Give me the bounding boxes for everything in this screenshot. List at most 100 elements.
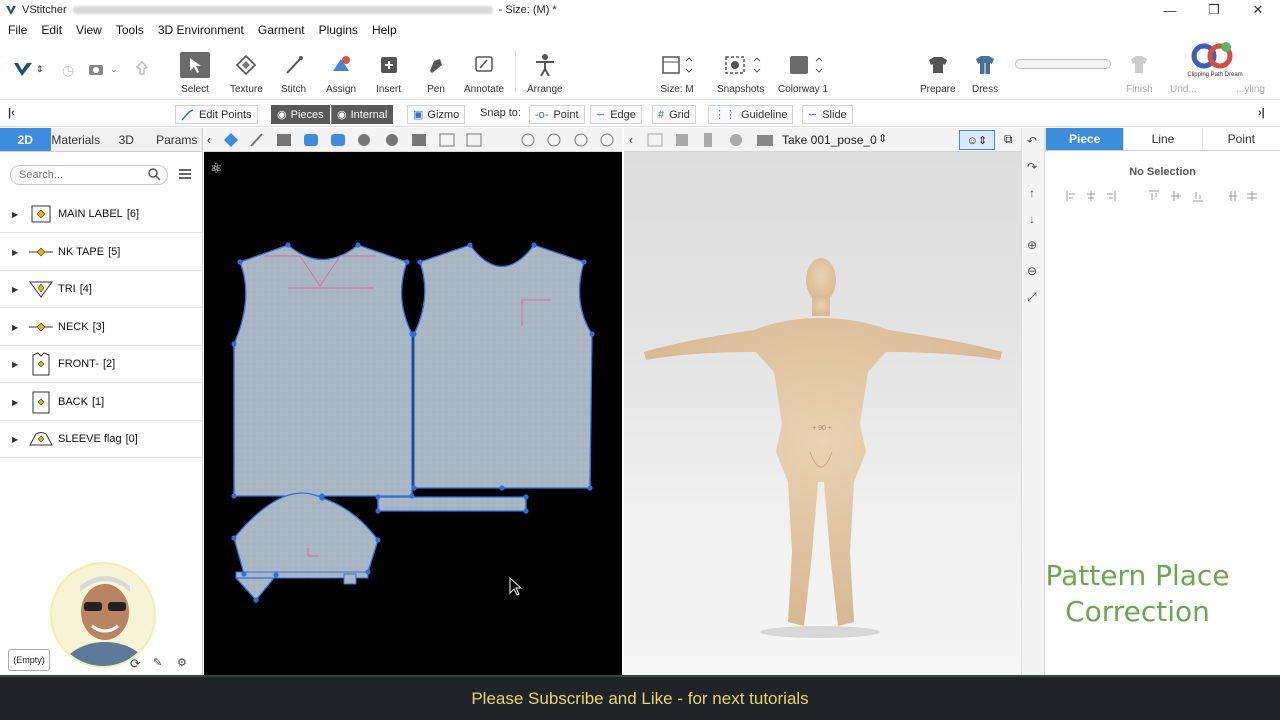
edit-points-button[interactable]: Edit Points <box>175 105 258 124</box>
history-icon[interactable]: ◷ <box>62 62 74 79</box>
menu-view[interactable]: View <box>76 23 102 37</box>
piece-sleeve-flag[interactable]: ▶ SLEEVE flag [0] <box>0 421 202 458</box>
camera-dropdown-icon[interactable]: ⌄ <box>110 64 118 75</box>
nk-tape-thumbnail-icon <box>28 241 54 263</box>
align-tools-icon <box>1066 190 1257 202</box>
ai-settings-icon[interactable]: ⚙ <box>177 656 187 669</box>
collapse-left-icon[interactable]: |‹ <box>8 107 15 119</box>
fit-view-icon[interactable]: ⤢ <box>1027 290 1037 305</box>
finish-button[interactable]: Finish <box>1126 52 1153 95</box>
zoom-out-icon[interactable]: ⊖ <box>1027 264 1037 278</box>
empty-slot[interactable]: (Empty) <box>8 649 50 671</box>
tab-point[interactable]: Point <box>1201 128 1280 150</box>
pin-icon[interactable] <box>134 60 150 81</box>
dress-button[interactable]: Dress <box>972 52 998 95</box>
properties-tabs: Piece Line Point <box>1045 128 1280 151</box>
menu-plugins[interactable]: Plugins <box>319 23 358 37</box>
piece-main-label[interactable]: ▶ MAIN LABEL [6] <box>0 196 202 233</box>
snap-grid-toggle[interactable]: # Grid <box>652 105 696 124</box>
tab-3d[interactable]: 3D <box>101 128 152 151</box>
piece-nk-tape[interactable]: ▶ NK TAPE [5] <box>0 234 202 271</box>
search-input[interactable]: Search... <box>10 165 168 185</box>
clipping-path-logo-icon <box>1191 41 1233 77</box>
camera-icon[interactable] <box>88 62 104 79</box>
pattern-piece-tri <box>234 577 276 601</box>
avatar-view-icon: ☺⇕ <box>966 134 988 147</box>
internal-toggle[interactable]: ◉ Internal <box>331 105 394 124</box>
reset-icon[interactable]: ⟳ <box>130 656 141 672</box>
presenter-webcam <box>50 562 156 668</box>
zoom-in-icon[interactable]: ⊕ <box>1027 238 1037 252</box>
channel-logo: Clipping Path Dream <box>1182 38 1248 86</box>
menu-edit[interactable]: Edit <box>41 23 62 37</box>
slide-toggle[interactable]: ∽ Slide <box>802 105 853 124</box>
snap-point-toggle[interactable]: -o- Point <box>529 105 585 124</box>
close-icon[interactable]: ✕ <box>1236 0 1280 20</box>
tab-2d[interactable]: 2D <box>0 128 51 151</box>
gizmo-icon: ▣ <box>413 109 424 121</box>
menu-tools[interactable]: Tools <box>116 23 144 37</box>
menu-3d-environment[interactable]: 3D Environment <box>158 23 244 37</box>
snap-edge-toggle[interactable]: ∽ Edge <box>590 105 642 124</box>
arrow-up-icon[interactable]: ↑ <box>1029 186 1035 200</box>
undo-view-icon[interactable]: ↶ <box>1027 134 1037 148</box>
insert-icon <box>379 52 399 78</box>
snapshots-selector[interactable]: Snapshots <box>717 52 764 95</box>
snap-guideline-toggle[interactable]: ⋮⋮ Guideline <box>708 105 794 124</box>
pieces-icon: ◉ <box>277 109 287 121</box>
caption-line-2: Correction <box>1065 595 1210 628</box>
pen-icon <box>426 52 446 78</box>
piece-tri[interactable]: ▶ TRI [4] <box>0 271 202 308</box>
size-selector[interactable]: Size: M <box>660 52 694 95</box>
popout-icon[interactable]: ⧉ <box>1004 132 1013 147</box>
arrow-down-icon[interactable]: ↓ <box>1029 212 1035 226</box>
restore-icon[interactable]: ❐ <box>1192 0 1236 20</box>
take-dropdown-icon[interactable]: ⇕ <box>878 132 887 145</box>
colorway-selector[interactable]: Colorway 1 <box>778 52 828 95</box>
rotate-view-icon[interactable]: ↷ <box>1027 160 1037 174</box>
menu-file[interactable]: File <box>8 23 27 37</box>
arrange-tool[interactable]: Arrange <box>527 52 563 95</box>
internal-icon: ◉ <box>337 109 347 121</box>
menu-garment[interactable]: Garment <box>258 23 305 37</box>
colorway-swatch-icon <box>780 52 826 78</box>
take-selector[interactable]: Take 001_pose_0 <box>782 133 877 147</box>
caption-line-1: Pattern Place <box>1045 559 1230 592</box>
tab-materials[interactable]: Materials <box>51 128 102 151</box>
pieces-toggle[interactable]: ◉ Pieces <box>271 105 330 124</box>
expand-arrow-icon: ▶ <box>12 284 19 294</box>
assign-tool[interactable]: Assign <box>326 52 356 95</box>
svg-text:‹: ‹ <box>629 133 633 147</box>
expand-arrow-icon: ▶ <box>12 359 19 369</box>
texture-icon <box>235 52 257 78</box>
piece-back[interactable]: ▶ BACK [1] <box>0 384 202 421</box>
texture-tool[interactable]: Texture <box>230 52 263 95</box>
piece-neck[interactable]: ▶ NECK [3] <box>0 309 202 346</box>
tab-params[interactable]: Params <box>152 128 203 151</box>
pen-tool[interactable]: Pen <box>426 52 446 95</box>
arrange-avatar-icon <box>534 52 556 78</box>
view-mode-button[interactable]: ☺⇕ <box>959 130 995 150</box>
left-panel-tabs: 2D Materials 3D Params <box>0 128 202 152</box>
tab-line[interactable]: Line <box>1123 128 1201 150</box>
3d-avatar-view[interactable]: ‹ Take 001_pose_0 ⇕ ☺⇕ ⧉ + 90 + <box>624 128 1021 675</box>
insert-tool[interactable]: Insert <box>376 52 401 95</box>
annotate-tool[interactable]: Annotate <box>464 52 504 95</box>
collapse-right-icon[interactable]: ›| <box>1258 107 1265 119</box>
select-tool[interactable]: Select <box>180 52 210 95</box>
menu-help[interactable]: Help <box>372 23 397 37</box>
assign-icon <box>329 52 353 78</box>
2d-pattern-view[interactable]: ‹ ⚛ <box>204 128 622 675</box>
minimize-icon[interactable]: — <box>1148 0 1192 20</box>
piece-front[interactable]: ▶ FRONT- [2] <box>0 346 202 383</box>
prepare-button[interactable]: Prepare <box>920 52 956 95</box>
gizmo-toggle[interactable]: ▣ Gizmo <box>407 105 466 124</box>
tab-piece[interactable]: Piece <box>1045 128 1124 150</box>
subscribe-banner: Please Subscribe and Like - for next tut… <box>0 675 1280 720</box>
mode-switcher[interactable]: ⇕ <box>12 60 44 78</box>
stitch-tool[interactable]: Stitch <box>281 52 306 95</box>
mouse-cursor <box>509 576 523 596</box>
ai-tool-icon[interactable]: ✎ <box>153 656 162 669</box>
size-icon <box>660 52 694 78</box>
list-menu-icon[interactable] <box>178 168 192 183</box>
